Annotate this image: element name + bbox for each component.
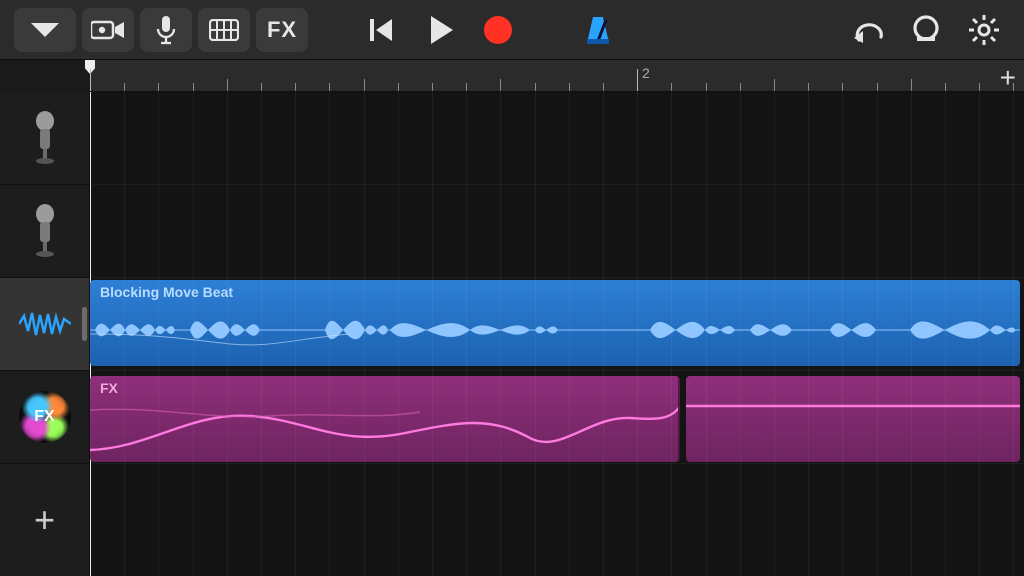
track-header-3[interactable] — [0, 278, 89, 371]
waveform-graphic — [90, 280, 1020, 366]
microphone-input-button[interactable] — [140, 8, 192, 52]
track-lane-1[interactable] — [90, 92, 1024, 185]
metronome-icon — [583, 14, 613, 46]
record-icon — [484, 16, 512, 44]
track-headers: FX + — [0, 92, 90, 576]
browser-dropdown-button[interactable] — [14, 8, 76, 52]
loop-icon — [910, 14, 942, 46]
loop-button[interactable] — [900, 8, 952, 52]
automation-curve — [90, 376, 680, 462]
play-button[interactable] — [414, 8, 466, 52]
fx-panel-button[interactable]: FX — [256, 8, 308, 52]
gear-icon — [968, 14, 1000, 46]
timeline[interactable]: Blocking Move Beat — [90, 92, 1024, 576]
toolbar: FX — [0, 0, 1024, 60]
track-header-1[interactable] — [0, 92, 89, 185]
microphone-icon — [31, 204, 59, 258]
workspace: FX + Blocking Move Beat — [0, 92, 1024, 576]
volume-handle[interactable] — [82, 307, 87, 341]
record-button[interactable] — [472, 8, 524, 52]
track-header-4[interactable]: FX — [0, 371, 89, 464]
camera-icon — [91, 19, 125, 41]
audio-region[interactable]: Blocking Move Beat — [90, 280, 1020, 366]
undo-button[interactable] — [842, 8, 894, 52]
fx-region-2[interactable] — [686, 376, 1020, 462]
fx-region-1[interactable]: FX — [90, 376, 680, 462]
play-icon — [431, 16, 453, 44]
track-header-2[interactable] — [0, 185, 89, 278]
automation-curve — [686, 376, 1020, 462]
waveform-icon — [19, 309, 71, 339]
keyboard-input-button[interactable] — [198, 8, 250, 52]
bar-label: 2 — [642, 65, 650, 81]
chevron-down-icon — [31, 23, 59, 37]
keyboard-grid-icon — [209, 19, 239, 41]
settings-button[interactable] — [958, 8, 1010, 52]
ruler[interactable]: + 2 — [90, 60, 1024, 92]
camera-input-button[interactable] — [82, 8, 134, 52]
undo-icon — [851, 17, 885, 43]
go-to-start-button[interactable] — [356, 8, 408, 52]
microphone-icon — [31, 111, 59, 165]
add-track-button[interactable]: + — [0, 464, 89, 576]
fx-track-icon: FX — [19, 391, 71, 443]
skip-back-icon — [368, 16, 396, 44]
microphone-icon — [156, 15, 176, 45]
metronome-button[interactable] — [572, 8, 624, 52]
track-lane-2[interactable] — [90, 185, 1024, 278]
